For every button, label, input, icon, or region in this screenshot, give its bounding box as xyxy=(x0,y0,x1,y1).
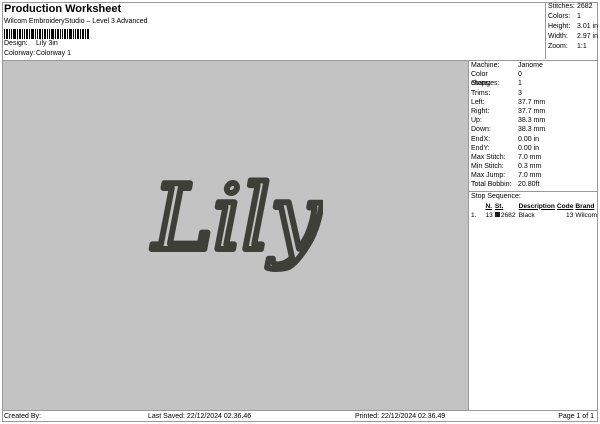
stop-sequence-title: Stop Sequence: xyxy=(471,192,521,200)
detail-label: Total Bobbin: xyxy=(471,181,512,189)
last-saved: Last Saved: 22/12/2024 02.36.46 xyxy=(148,413,252,420)
detail-value: 0.00 in xyxy=(518,144,540,152)
detail-row: Color changes: 0 xyxy=(469,70,598,88)
stop-number: 1. xyxy=(471,211,477,219)
stop-col-header xyxy=(469,202,485,211)
detail-value: 38.3 mm xyxy=(518,117,546,125)
footer: Created By: Last Saved: 22/12/2024 02.36… xyxy=(4,412,596,421)
detail-value: 0 xyxy=(518,71,522,79)
description-col-header: Description xyxy=(518,202,555,210)
details-panel: Machine: Janome Color changes: 0 Stops: 1 T… xyxy=(468,61,598,410)
detail-row: EndY: 0.00 in xyxy=(469,144,598,153)
detail-value: 37.7 mm xyxy=(518,98,546,106)
detail-label: EndX: xyxy=(471,135,491,143)
worksheet-header: Production Worksheet Wilcom EmbroiderySt… xyxy=(4,3,524,59)
design-value: Lily 3in xyxy=(36,40,58,47)
code-col-header: Code xyxy=(556,202,574,210)
color-swatch-icon xyxy=(494,212,500,218)
summary-label: Zoom: xyxy=(548,43,568,50)
summary-value: 3.01 in xyxy=(576,23,599,30)
summary-label: Width: xyxy=(548,33,568,40)
detail-label: Trims: xyxy=(471,89,491,97)
summary-row: Zoom: 1:1 xyxy=(546,42,598,52)
design-preview: Lily xyxy=(3,61,468,410)
detail-label: Color changes: xyxy=(471,71,500,88)
table-row: 1. 13 2682 Black 13 Wilcom xyxy=(469,211,598,220)
detail-label: Down: xyxy=(471,126,491,134)
summary-row: Stitches: 2682 xyxy=(546,2,598,12)
detail-label: Min Stitch: xyxy=(471,163,504,171)
summary-box: Stitches: 2682 Colors: 1 Height: 3.01 in… xyxy=(545,2,598,59)
detail-row: Down: 38.3 mm xyxy=(469,125,598,134)
detail-value: 3 xyxy=(518,89,522,97)
colorway-value: Colorway 1 xyxy=(36,50,72,57)
detail-row: Trims: 3 xyxy=(469,89,598,98)
summary-row: Width: 2.97 in xyxy=(546,32,598,42)
detail-label: Max Jump: xyxy=(471,172,506,180)
detail-row: Left: 37.7 mm xyxy=(469,98,598,107)
detail-label: Stops: xyxy=(471,80,491,88)
summary-row: Height: 3.01 in xyxy=(546,22,598,32)
detail-row: Machine: Janome xyxy=(469,61,598,70)
design-row: Design: Lily 3in xyxy=(4,39,524,49)
detail-label: Left: xyxy=(471,98,485,106)
printed-date: Printed: 22/12/2024 02.36.49 xyxy=(355,413,446,420)
summary-row: Colors: 1 xyxy=(546,12,598,22)
thread-description: Black xyxy=(518,211,535,219)
detail-row: EndX: 0.00 in xyxy=(469,135,598,144)
detail-label: EndY: xyxy=(471,144,490,152)
summary-label: Height: xyxy=(548,23,571,30)
detail-value: 1 xyxy=(518,80,522,88)
brand-col-header: Brand xyxy=(575,202,595,210)
detail-value: 7.0 mm xyxy=(518,153,542,161)
footer-divider xyxy=(2,410,598,411)
thread-code: 13 xyxy=(566,211,574,219)
detail-row: Right: 37.7 mm xyxy=(469,107,598,116)
detail-label: Up: xyxy=(471,117,482,125)
stop-sequence-table: N. St. Description Code Brand 1. 13 2682… xyxy=(469,202,598,220)
page-number: Page 1 of 1 xyxy=(558,413,594,420)
colorway-label: Colorway: xyxy=(4,50,36,57)
software-subtitle: Wilcom EmbroideryStudio – Level 3 Advanc… xyxy=(4,18,148,25)
detail-row: Stops: 1 xyxy=(469,79,598,88)
detail-value: 0.3 mm xyxy=(518,163,542,171)
detail-label: Machine: xyxy=(471,62,500,69)
stop-sequence-header-row: N. St. Description Code Brand xyxy=(469,202,598,211)
detail-label: Right: xyxy=(471,107,490,115)
detail-value: 37.7 mm xyxy=(518,107,546,115)
detail-label: Max Stitch: xyxy=(471,153,506,161)
embroidery-design-lily: Lily xyxy=(148,163,323,274)
production-worksheet: Production Worksheet Wilcom EmbroiderySt… xyxy=(0,0,600,424)
stitch-count-value: 2682 xyxy=(500,211,516,219)
summary-value: 1 xyxy=(577,13,581,20)
detail-value: 38.3 mm xyxy=(518,126,546,134)
barcode-icon xyxy=(4,29,89,39)
detail-value: Janome xyxy=(518,62,543,69)
summary-value: 2682 xyxy=(577,3,593,10)
n-col-header: N. xyxy=(485,202,493,210)
detail-row: Up: 38.3 mm xyxy=(469,116,598,125)
page-title: Production Worksheet xyxy=(4,3,122,15)
detail-value: 7.0 mm xyxy=(518,172,542,180)
thread-brand: Wilcom xyxy=(575,211,597,219)
summary-value: 1:1 xyxy=(577,43,587,50)
colorway-row: Colorway: Colorway 1 xyxy=(4,49,524,59)
design-label: Design: xyxy=(4,40,28,47)
stitch-count: 2682 xyxy=(494,211,518,220)
design-text: Lily xyxy=(151,166,322,271)
summary-label: Stitches: xyxy=(548,3,575,10)
detail-row: Total Bobbin: 20.80ft xyxy=(469,180,598,189)
summary-label: Colors: xyxy=(548,13,571,20)
detail-value: 0.00 in xyxy=(518,135,540,143)
detail-row: Min Stitch: 0.3 mm xyxy=(469,162,598,171)
st-col-header: St. xyxy=(494,202,504,210)
detail-row: Max Stitch: 7.0 mm xyxy=(469,153,598,162)
detail-value: 20.80ft xyxy=(518,181,540,189)
summary-value: 2.97 in xyxy=(576,33,599,40)
detail-row: Max Jump: 7.0 mm xyxy=(469,171,598,180)
needle-number: 13 xyxy=(485,211,493,219)
created-by: Created By: xyxy=(4,413,41,420)
